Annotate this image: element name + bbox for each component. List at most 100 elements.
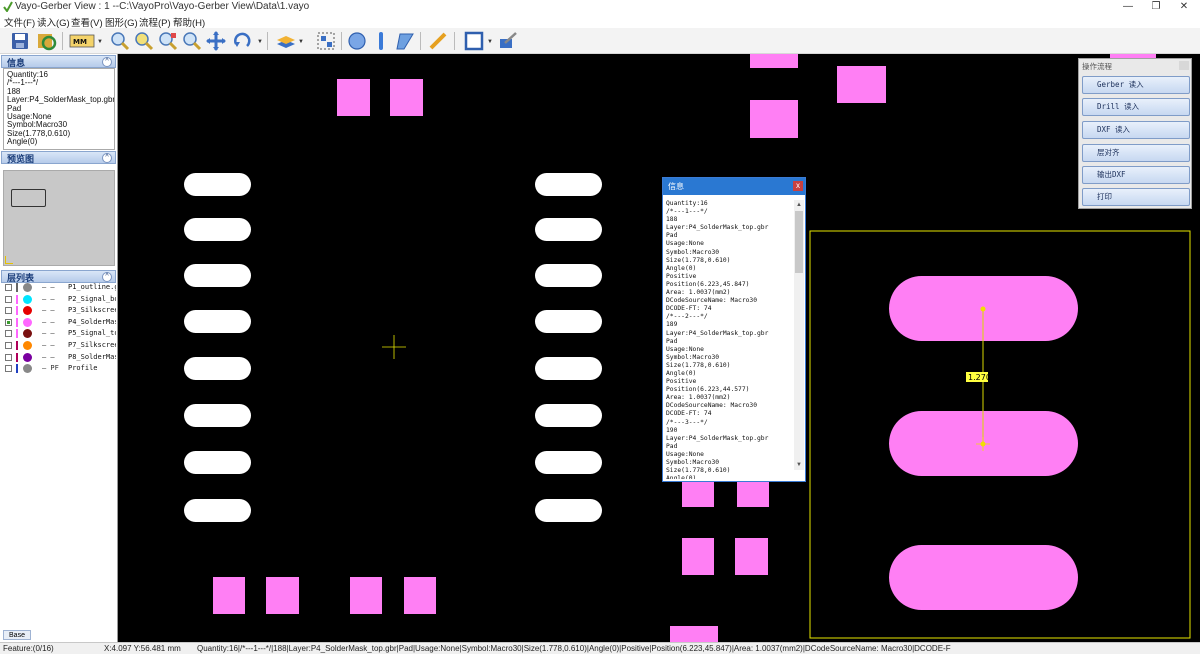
- zoom-in-icon[interactable]: [109, 30, 131, 52]
- magenta-pad[interactable]: [735, 538, 768, 575]
- magenta-pad[interactable]: [404, 577, 436, 614]
- white-pad[interactable]: [184, 264, 251, 287]
- white-pad[interactable]: [184, 357, 251, 380]
- minimize-button[interactable]: —: [1114, 0, 1142, 14]
- base-tab[interactable]: Base: [3, 630, 31, 640]
- preview-canvas[interactable]: [3, 170, 115, 266]
- white-pad[interactable]: [535, 499, 602, 522]
- gerber-drawing[interactable]: 1.270: [118, 54, 1200, 642]
- layer-color-dot[interactable]: [23, 306, 32, 316]
- maximize-button[interactable]: ❐: [1142, 0, 1170, 14]
- white-pad[interactable]: [535, 218, 602, 241]
- magenta-pad[interactable]: [266, 577, 299, 614]
- line-tool-icon[interactable]: [370, 30, 392, 52]
- preview-viewport[interactable]: [11, 189, 46, 207]
- layer-visibility-checkbox[interactable]: [5, 365, 12, 373]
- measure-icon[interactable]: [427, 30, 449, 52]
- white-pad[interactable]: [184, 404, 251, 427]
- layer-color-dot[interactable]: [23, 341, 32, 350]
- selected-pad[interactable]: [889, 545, 1078, 610]
- info-dialog-header[interactable]: 信息 x: [663, 178, 805, 195]
- magenta-pad[interactable]: [750, 100, 798, 138]
- layer-color-dot[interactable]: [23, 283, 32, 292]
- select-region-icon[interactable]: [315, 30, 337, 52]
- frame-dropdown-icon[interactable]: ▼: [487, 39, 493, 45]
- layer-row[interactable]: — — P8_SolderMask: [2, 352, 116, 363]
- layer-align-button[interactable]: 层对齐: [1082, 144, 1190, 162]
- layer-visibility-checkbox[interactable]: [5, 295, 12, 303]
- white-pad[interactable]: [535, 404, 602, 427]
- layer-visibility-checkbox[interactable]: [5, 284, 12, 291]
- magenta-pad[interactable]: [350, 577, 382, 614]
- export-dxf-button[interactable]: 输出DXF: [1082, 166, 1190, 184]
- layer-visibility-checkbox[interactable]: [5, 353, 12, 361]
- layer-row[interactable]: — — P1_outline.gb: [2, 283, 116, 293]
- units-button[interactable]: MM: [69, 30, 95, 52]
- zoom-out-icon[interactable]: [133, 30, 155, 52]
- menu-import[interactable]: 读入(G): [37, 15, 70, 29]
- layer-visibility-checkbox[interactable]: [5, 330, 12, 338]
- frame-icon[interactable]: [463, 30, 485, 52]
- white-pad[interactable]: [535, 310, 602, 333]
- layer-color-dot[interactable]: [23, 364, 32, 374]
- layer-color-dot[interactable]: [23, 352, 32, 362]
- white-pad[interactable]: [184, 310, 251, 333]
- scroll-up-icon[interactable]: ▲: [794, 200, 804, 210]
- white-pad[interactable]: [535, 451, 602, 474]
- white-pad[interactable]: [184, 499, 251, 522]
- menu-file[interactable]: 文件(F): [4, 15, 35, 29]
- close-button[interactable]: ✕: [1170, 0, 1198, 14]
- layer-visibility-checkbox[interactable]: [5, 318, 12, 326]
- white-pad[interactable]: [184, 173, 251, 196]
- layer-row[interactable]: — — P7_Silkscree: [2, 341, 116, 351]
- collapse-icon[interactable]: ^: [102, 272, 112, 282]
- drill-import-button[interactable]: Drill 读入: [1082, 98, 1190, 116]
- layer-row[interactable]: — — P2_Signal_bo: [2, 294, 116, 305]
- layer-row[interactable]: — — P5_Signal_top: [2, 329, 116, 339]
- menu-process[interactable]: 流程(P): [139, 15, 171, 29]
- menu-view[interactable]: 查看(V): [71, 15, 103, 29]
- magenta-pad[interactable]: [670, 626, 718, 642]
- layers-dropdown-icon[interactable]: ▼: [298, 39, 304, 45]
- magenta-pad[interactable]: [750, 54, 798, 68]
- magenta-pad[interactable]: [682, 538, 714, 575]
- menu-graphics[interactable]: 图形(G): [105, 15, 138, 29]
- save-icon[interactable]: [9, 30, 31, 52]
- pan-icon[interactable]: [205, 30, 227, 52]
- layer-color-dot[interactable]: [23, 317, 32, 327]
- layer-row[interactable]: — — P3_Silkscree: [2, 306, 116, 316]
- zoom-fit-icon[interactable]: [181, 30, 203, 52]
- menu-help[interactable]: 帮助(H): [173, 15, 205, 29]
- magenta-pad[interactable]: [837, 66, 886, 103]
- print-button[interactable]: 打印: [1082, 188, 1190, 206]
- layer-visibility-checkbox[interactable]: [5, 307, 12, 315]
- white-pad[interactable]: [184, 218, 251, 241]
- polygon-tool-icon[interactable]: [394, 30, 416, 52]
- magenta-pad[interactable]: [390, 79, 423, 116]
- layers-icon[interactable]: [275, 30, 297, 52]
- info-dialog[interactable]: 信息 x Quantity:16/*---1---*/188 Layer:P4_S…: [662, 177, 806, 482]
- layer-color-dot[interactable]: [23, 329, 32, 339]
- magenta-pad[interactable]: [213, 577, 245, 614]
- layer-visibility-checkbox[interactable]: [5, 342, 12, 349]
- layer-row[interactable]: — PF Profile: [2, 364, 116, 374]
- dxf-import-button[interactable]: DXF 读入: [1082, 121, 1190, 139]
- magenta-pad[interactable]: [337, 79, 370, 116]
- gerber-import-button[interactable]: Gerber 读入: [1082, 76, 1190, 94]
- scroll-thumb[interactable]: [795, 211, 803, 273]
- layer-color-dot[interactable]: [23, 294, 32, 304]
- export-icon[interactable]: [497, 30, 519, 52]
- white-pad[interactable]: [535, 357, 602, 380]
- units-dropdown-icon[interactable]: ▼: [97, 39, 103, 45]
- rotate-dropdown-icon[interactable]: ▼: [257, 39, 263, 45]
- info-dialog-text[interactable]: Quantity:16/*---1---*/188 Layer:P4_Solder…: [665, 200, 793, 479]
- collapse-icon[interactable]: ^: [102, 153, 112, 163]
- white-pad[interactable]: [184, 451, 251, 474]
- circle-tool-icon[interactable]: [346, 30, 368, 52]
- rotate-icon[interactable]: [231, 30, 253, 52]
- flow-panel-close-button[interactable]: [1179, 61, 1189, 70]
- white-pad[interactable]: [535, 264, 602, 287]
- scroll-down-icon[interactable]: ▼: [794, 460, 804, 470]
- zoom-window-icon[interactable]: [157, 30, 179, 52]
- info-dialog-scrollbar[interactable]: ▲ ▼: [794, 200, 804, 470]
